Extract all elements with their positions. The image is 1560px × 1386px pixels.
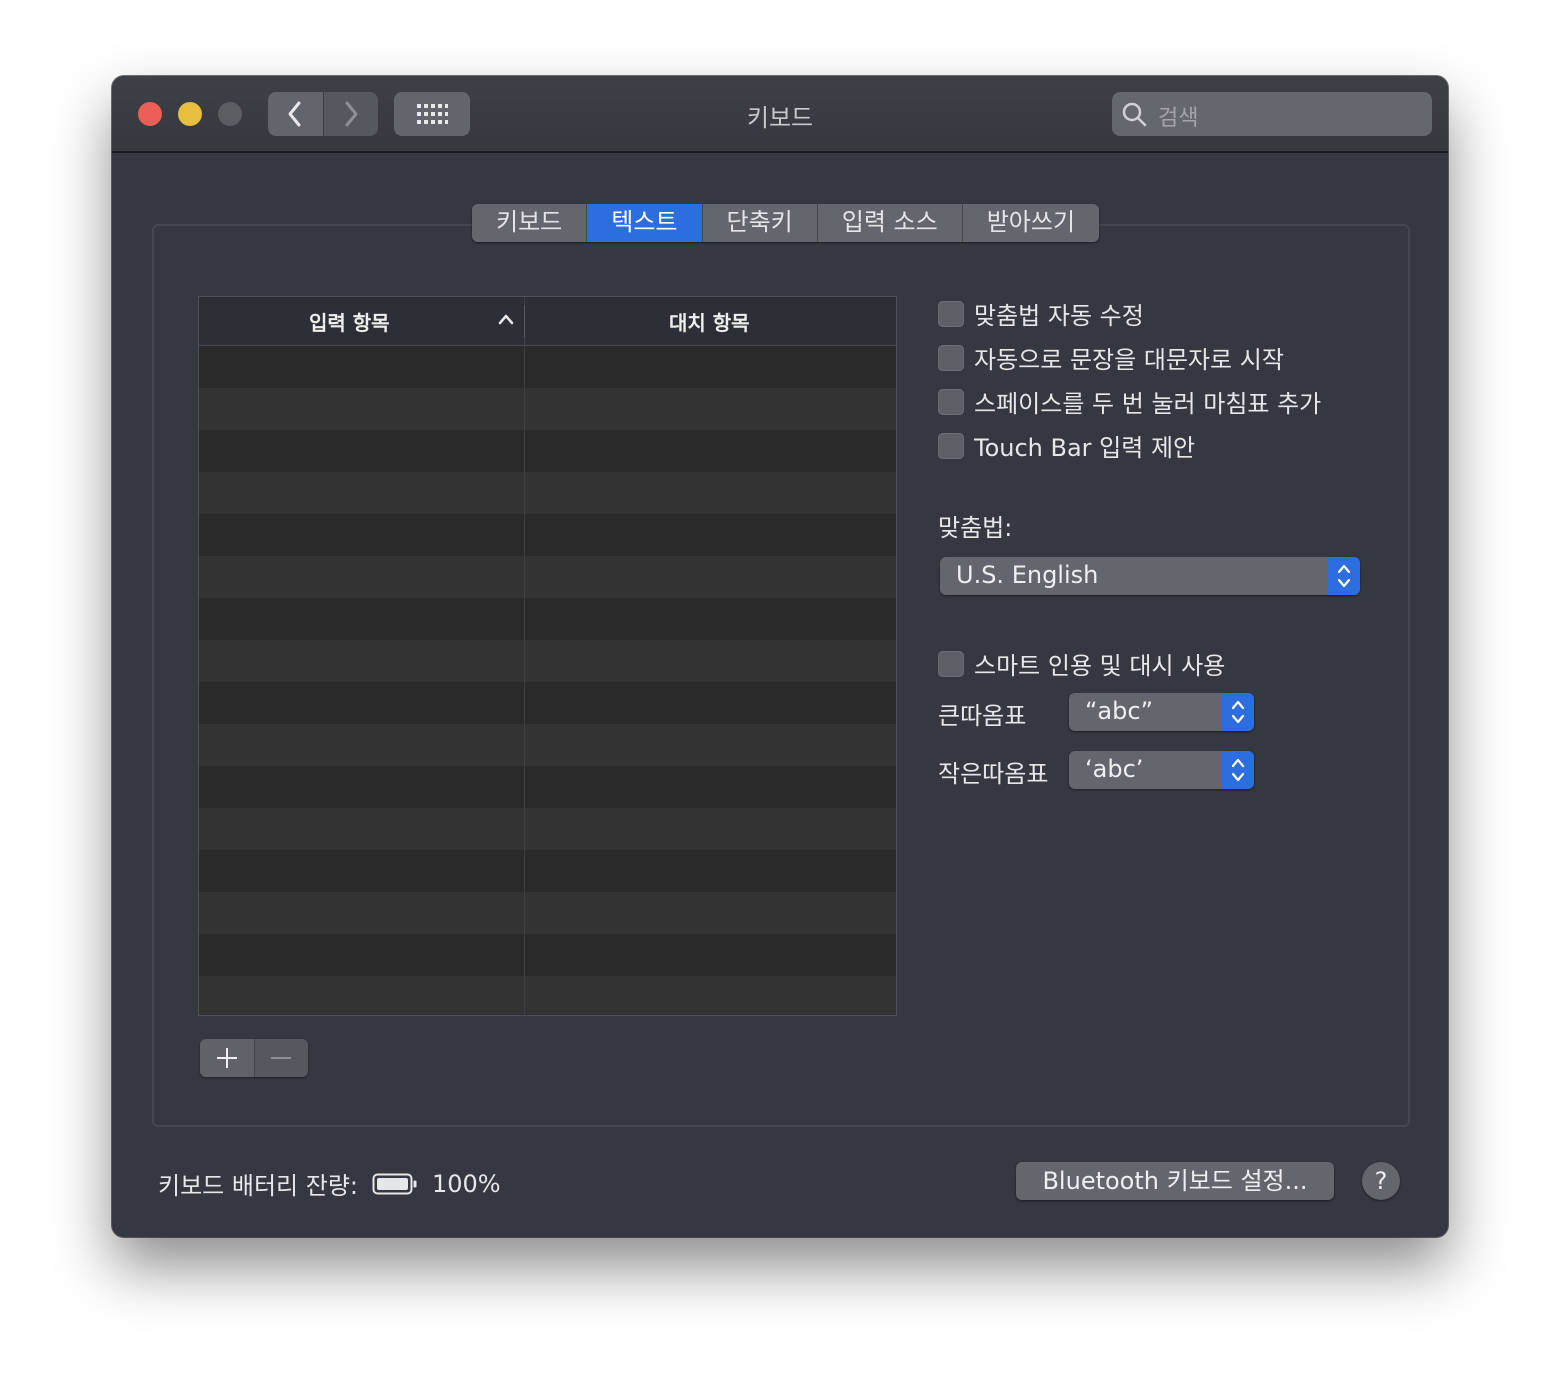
table-row [199,514,896,556]
table-row [199,724,896,766]
tab-bar: 키보드 텍스트 단축키 입력 소스 받아쓰기 [472,204,1100,242]
checkbox-box[interactable] [938,388,964,415]
battery-label: 키보드 배터리 잔량: [158,1172,358,1200]
double-quotes-value: “abc” [1085,697,1154,725]
tab-input-sources[interactable]: 입력 소스 [817,204,963,242]
popup-arrows [1222,751,1254,789]
auto-correct-checkbox[interactable]: 맞춤법 자동 수정 [938,296,1144,331]
touch-bar-suggestions-label: Touch Bar 입력 제안 [974,434,1196,462]
checkbox-box[interactable] [938,432,964,459]
battery-value: 100% [431,1169,501,1198]
smart-quotes-label: 스마트 인용 및 대시 사용 [974,652,1226,680]
column-header-input[interactable]: 입력 항목 [309,307,390,336]
tab-keyboard[interactable]: 키보드 [472,204,588,242]
search-field[interactable]: 검색 [1112,92,1432,136]
header-divider [524,305,525,337]
add-button[interactable] [200,1039,254,1077]
bluetooth-keyboard-setup-button[interactable]: Bluetooth 키보드 설정... [1016,1162,1334,1200]
tab-dictation[interactable]: 받아쓰기 [962,204,1100,242]
spelling-label: 맞춤법: [938,514,1013,542]
popup-arrows [1222,693,1254,731]
touch-bar-suggestions-checkbox[interactable]: Touch Bar 입력 제안 [938,428,1195,463]
double-space-period-label: 스페이스를 두 번 눌러 마침표 추가 [974,390,1322,418]
table-header: 입력 항목 대치 항목 [199,297,896,346]
table-row [199,556,896,598]
table-row [199,388,896,430]
table-rows [199,346,896,1015]
table-row [199,892,896,934]
table-row [199,346,896,388]
popup-arrows-icon [1337,564,1351,588]
single-quotes-label: 작은따옴표 [938,760,1049,788]
popup-arrows-icon [1231,758,1245,782]
column-divider [524,297,525,1015]
table-row [199,808,896,850]
minus-icon [271,1057,292,1059]
column-header-replace[interactable]: 대치 항목 [669,307,750,336]
checkbox-box[interactable] [938,300,964,327]
double-space-period-checkbox[interactable]: 스페이스를 두 번 눌러 마침표 추가 [938,384,1321,419]
table-row [199,850,896,892]
battery-icon [372,1173,417,1194]
table-row [199,976,896,1015]
table-row [199,640,896,682]
table-row [199,766,896,808]
search-icon [1122,102,1147,127]
battery-status: 키보드 배터리 잔량: 100% [158,1166,501,1201]
title-bar: 키보드 검색 [112,76,1448,153]
popup-arrows [1328,557,1360,595]
remove-button[interactable] [253,1039,308,1077]
help-button[interactable]: ? [1362,1162,1400,1200]
auto-correct-label: 맞춤법 자동 수정 [974,302,1144,330]
auto-capitalize-checkbox[interactable]: 자동으로 문장을 대문자로 시작 [938,340,1284,375]
spelling-popup[interactable]: U.S. English [940,557,1360,595]
double-quotes-label: 큰따옴표 [938,702,1027,730]
spelling-value: U.S. English [956,561,1099,589]
double-quotes-popup[interactable]: “abc” [1069,693,1254,731]
plus-icon [216,1048,237,1068]
checkbox-box[interactable] [938,650,964,677]
keyboard-preferences-window: 키보드 검색 키보드 텍스트 단축키 입력 소스 받아쓰기 입력 항목 대치 항… [112,76,1448,1237]
single-quotes-popup[interactable]: ‘abc’ [1069,751,1254,789]
tab-text[interactable]: 텍스트 [587,204,703,242]
table-row [199,472,896,514]
auto-capitalize-label: 자동으로 문장을 대문자로 시작 [974,346,1284,374]
checkbox-box[interactable] [938,344,964,371]
popup-arrows-icon [1231,700,1245,724]
table-row [199,598,896,640]
table-row [199,934,896,976]
text-replacement-table[interactable]: 입력 항목 대치 항목 [198,296,897,1016]
single-quotes-value: ‘abc’ [1085,755,1144,783]
search-placeholder: 검색 [1158,106,1199,131]
add-remove-control [200,1039,308,1077]
sort-ascending-icon [498,314,514,325]
tab-shortcuts[interactable]: 단축키 [702,204,818,242]
table-row [199,430,896,472]
smart-quotes-checkbox[interactable]: 스마트 인용 및 대시 사용 [938,646,1225,681]
table-row [199,682,896,724]
